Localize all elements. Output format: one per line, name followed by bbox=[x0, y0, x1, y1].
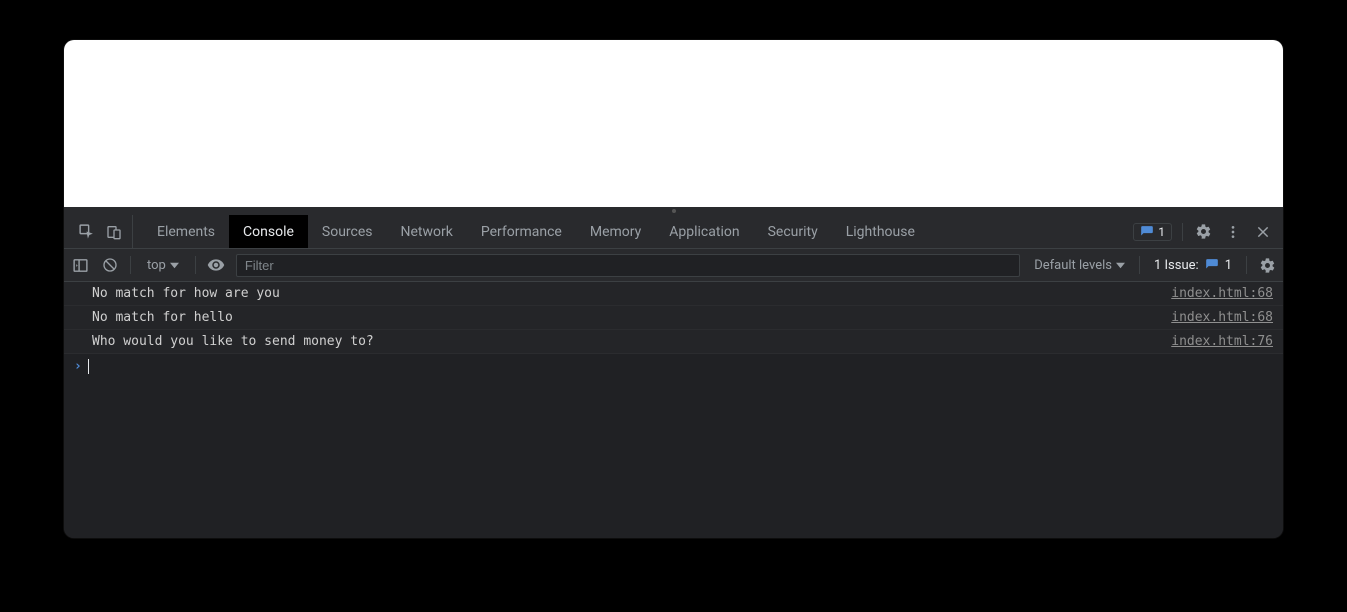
close-devtools-icon[interactable] bbox=[1253, 222, 1273, 242]
context-selector[interactable]: top bbox=[141, 258, 185, 273]
console-message-source[interactable]: index.html:76 bbox=[1171, 334, 1273, 349]
console-settings-icon[interactable] bbox=[1257, 255, 1277, 275]
toggle-sidebar-icon[interactable] bbox=[70, 255, 90, 275]
console-message-source[interactable]: index.html:68 bbox=[1171, 286, 1273, 301]
devtools-tabs: Elements Console Sources Network Perform… bbox=[143, 215, 929, 248]
console-log-area: No match for how are you index.html:68 N… bbox=[64, 282, 1283, 538]
tab-memory[interactable]: Memory bbox=[576, 215, 655, 248]
inspect-element-icon[interactable] bbox=[76, 222, 96, 242]
tabstrip-left-tools bbox=[68, 215, 133, 248]
devtools-tabstrip: Elements Console Sources Network Perform… bbox=[64, 215, 1283, 249]
console-message: Who would you like to send money to? ind… bbox=[64, 330, 1283, 354]
context-selector-label: top bbox=[147, 258, 166, 273]
issues-indicator[interactable]: 1 bbox=[1133, 223, 1172, 241]
tabstrip-right-tools: 1 bbox=[1133, 215, 1279, 248]
console-message-text: No match for hello bbox=[92, 310, 1171, 325]
tab-sources[interactable]: Sources bbox=[308, 215, 387, 248]
console-toolbar: top Default levels 1 Issue: 1 bbox=[64, 249, 1283, 282]
devtools-panel: Elements Console Sources Network Perform… bbox=[64, 215, 1283, 538]
tab-performance[interactable]: Performance bbox=[467, 215, 576, 248]
issues-link-label: 1 Issue: bbox=[1154, 258, 1199, 273]
more-menu-icon[interactable] bbox=[1223, 222, 1243, 242]
device-toolbar-icon[interactable] bbox=[104, 222, 124, 242]
live-expression-icon[interactable] bbox=[206, 255, 226, 275]
rendered-page bbox=[64, 40, 1283, 207]
log-levels-selector[interactable]: Default levels bbox=[1030, 258, 1129, 273]
console-message-text: Who would you like to send money to? bbox=[92, 334, 1171, 349]
prompt-chevron-icon: › bbox=[74, 359, 82, 374]
issues-link-count: 1 bbox=[1225, 258, 1232, 273]
tab-security[interactable]: Security bbox=[754, 215, 832, 248]
console-message-source[interactable]: index.html:68 bbox=[1171, 310, 1273, 325]
tab-application[interactable]: Application bbox=[655, 215, 753, 248]
log-levels-label: Default levels bbox=[1034, 258, 1112, 273]
console-message: No match for hello index.html:68 bbox=[64, 306, 1283, 330]
issues-link[interactable]: 1 Issue: 1 bbox=[1150, 258, 1236, 273]
console-message: No match for how are you index.html:68 bbox=[64, 282, 1283, 306]
filter-input[interactable] bbox=[236, 254, 1020, 277]
browser-window: Elements Console Sources Network Perform… bbox=[64, 40, 1283, 538]
console-message-text: No match for how are you bbox=[92, 286, 1171, 301]
tab-elements[interactable]: Elements bbox=[143, 215, 229, 248]
prompt-cursor bbox=[88, 359, 89, 374]
devtools-drag-handle[interactable] bbox=[64, 207, 1283, 215]
clear-console-icon[interactable] bbox=[100, 255, 120, 275]
tab-lighthouse[interactable]: Lighthouse bbox=[832, 215, 929, 248]
console-prompt[interactable]: › bbox=[64, 354, 1283, 378]
settings-icon[interactable] bbox=[1193, 222, 1213, 242]
issues-indicator-count: 1 bbox=[1158, 225, 1165, 239]
tab-console[interactable]: Console bbox=[229, 215, 308, 248]
tab-network[interactable]: Network bbox=[387, 215, 467, 248]
